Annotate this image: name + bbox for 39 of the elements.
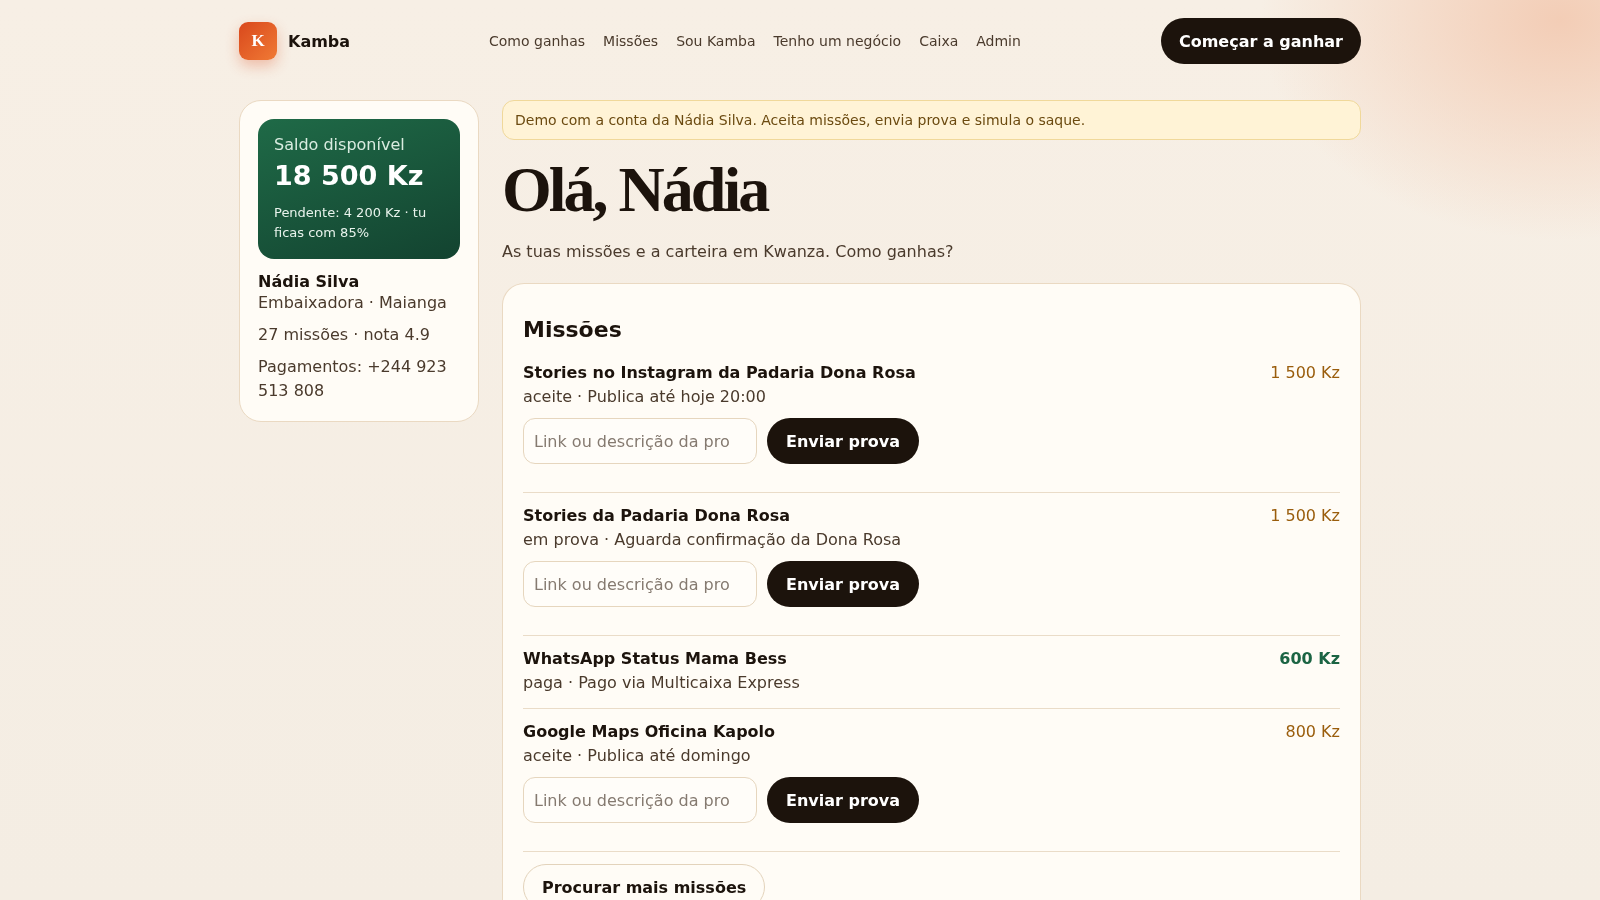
find-more-missions-button[interactable]: Procurar mais missões xyxy=(523,864,766,900)
user-name: Nádia Silva xyxy=(258,272,361,291)
proof-input-field[interactable]: Link ou descrição da pro xyxy=(523,561,757,607)
nav-link[interactable]: Tenho um negócio xyxy=(773,33,902,49)
mission-status: paga · Pago via Multicaixa Express xyxy=(523,672,801,694)
mission-title: Stories da Padaria Dona Rosa xyxy=(523,505,791,527)
mission-reward: 600 Kz xyxy=(1279,648,1340,670)
mission-title: WhatsApp Status Mama Bess xyxy=(523,648,787,670)
user-role: Embaixadora · Maianga xyxy=(258,292,448,314)
send-proof-button[interactable]: Enviar prova xyxy=(767,777,920,823)
brand-name: Kamba xyxy=(288,31,351,51)
balance-amount: 18 500 Kz xyxy=(274,160,425,191)
mission-reward: 1 500 Kz xyxy=(1270,362,1340,384)
nav-link[interactable]: Missões xyxy=(603,33,659,49)
mission-status: aceite · Publica até domingo xyxy=(523,745,752,767)
nav-link[interactable]: Caixa xyxy=(919,33,959,49)
mission-title: Google Maps Oficina Kapolo xyxy=(523,721,776,743)
mission-reward: 1 500 Kz xyxy=(1270,505,1340,527)
payment-phone: Pagamentos: +244 923 513 808 xyxy=(258,356,448,402)
logo-mark: K xyxy=(239,22,277,60)
user-stats: 27 missões · nota 4.9 xyxy=(258,324,431,346)
mission-reward: 800 Kz xyxy=(1285,721,1340,743)
mission-status: aceite · Publica até hoje 20:00 xyxy=(523,386,767,408)
proof-input-field[interactable]: Link ou descrição da pro xyxy=(523,777,757,823)
nav-link[interactable]: Sou Kamba xyxy=(676,33,756,49)
subtitle: As tuas missões e a carteira em Kwanza. Como ganhas? xyxy=(502,242,955,261)
greeting-heading: Olá, Nádia xyxy=(502,155,769,225)
panel-title: Missões xyxy=(523,317,623,342)
nav-link[interactable]: Como ganhas xyxy=(489,33,586,49)
proof-input-field[interactable]: Link ou descrição da pro xyxy=(523,418,757,464)
send-proof-button[interactable]: Enviar prova xyxy=(767,418,920,464)
nav-link[interactable]: Admin xyxy=(976,33,1021,49)
send-proof-button[interactable]: Enviar prova xyxy=(767,561,920,607)
balance-label: Saldo disponível xyxy=(274,135,406,154)
mission-title: Stories no Instagram da Padaria Dona Rosa xyxy=(523,362,916,384)
start-earning-button[interactable]: Começar a ganhar xyxy=(1160,18,1361,64)
pending-text: Pendente: 4 200 Kz · tu ficas com 85% xyxy=(274,204,428,242)
demo-notice: Demo com a conta da Nádia Silva. Aceita missões, envia prova e simula o saque. xyxy=(502,100,1361,140)
mission-status: em prova · Aguarda confirmação da Dona Rosa xyxy=(523,529,903,551)
